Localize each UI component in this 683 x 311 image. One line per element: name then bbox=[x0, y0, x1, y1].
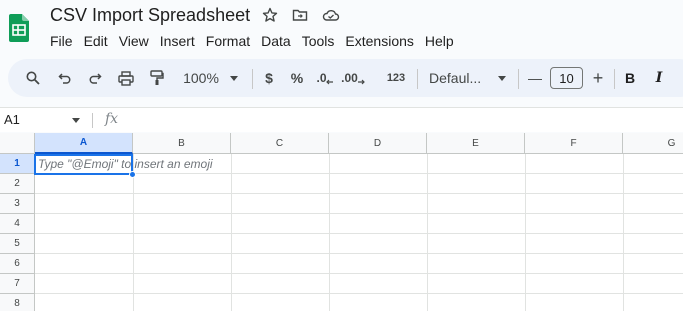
menu-format[interactable]: Format bbox=[206, 32, 250, 50]
increase-font-size-button[interactable]: + bbox=[590, 59, 606, 97]
paint-format-icon bbox=[150, 70, 164, 85]
name-box-caret-icon[interactable] bbox=[72, 118, 80, 123]
caret-down-icon bbox=[230, 75, 238, 81]
sheets-logo-icon[interactable] bbox=[9, 14, 29, 42]
font-size-input[interactable]: 10 bbox=[550, 67, 583, 89]
zoom-select-value[interactable]: 100% bbox=[180, 59, 222, 97]
formula-bar: A1 fx bbox=[0, 107, 683, 132]
bold-button[interactable]: B bbox=[623, 59, 637, 97]
undo-button[interactable] bbox=[56, 59, 74, 97]
menu-file[interactable]: File bbox=[50, 32, 73, 50]
arrow-left-icon bbox=[325, 79, 333, 84]
menu-bar: File Edit View Insert Format Data Tools … bbox=[50, 32, 465, 50]
sheets-app: CSV Import Spreadsheet File Edit View In… bbox=[0, 0, 683, 311]
document-title[interactable]: CSV Import Spreadsheet bbox=[50, 5, 250, 26]
menu-data[interactable]: Data bbox=[261, 32, 291, 50]
formula-bar-divider bbox=[92, 113, 93, 128]
more-formats-button[interactable]: 123 bbox=[384, 59, 408, 97]
header: CSV Import Spreadsheet File Edit View In… bbox=[0, 0, 683, 56]
menu-extensions[interactable]: Extensions bbox=[345, 32, 413, 50]
select-all-corner[interactable] bbox=[0, 133, 35, 154]
search-icon bbox=[26, 71, 40, 85]
row-header-3[interactable]: 3 bbox=[0, 194, 35, 214]
menu-insert[interactable]: Insert bbox=[160, 32, 195, 50]
fill-handle[interactable] bbox=[129, 171, 136, 178]
cloud-status-icon[interactable] bbox=[322, 7, 340, 23]
decrease-font-size-button[interactable]: — bbox=[527, 59, 543, 97]
column-gridline bbox=[623, 154, 624, 311]
fx-icon: fx bbox=[105, 111, 119, 127]
row-header-4[interactable]: 4 bbox=[0, 214, 35, 234]
column-gridline bbox=[525, 154, 526, 311]
percent-format-button[interactable]: % bbox=[290, 59, 304, 97]
column-header-g[interactable]: G bbox=[623, 133, 683, 154]
menu-tools[interactable]: Tools bbox=[302, 32, 335, 50]
move-folder-icon[interactable] bbox=[292, 7, 308, 23]
row-header-8[interactable]: 8 bbox=[0, 294, 35, 311]
toolbar-divider bbox=[518, 69, 519, 89]
toolbar-divider bbox=[614, 69, 615, 89]
menu-view[interactable]: View bbox=[119, 32, 149, 50]
redo-button[interactable] bbox=[86, 59, 104, 97]
redo-icon bbox=[89, 73, 102, 84]
title-actions bbox=[262, 7, 340, 23]
column-header-d[interactable]: D bbox=[329, 133, 427, 154]
search-menus-button[interactable] bbox=[24, 59, 42, 97]
row-header-6[interactable]: 6 bbox=[0, 254, 35, 274]
menu-edit[interactable]: Edit bbox=[84, 32, 108, 50]
arrow-right-icon bbox=[357, 79, 365, 84]
undo-icon bbox=[58, 73, 71, 84]
column-gridline bbox=[231, 154, 232, 311]
font-select-value[interactable]: Defaul... bbox=[429, 59, 493, 97]
toolbar-divider bbox=[417, 69, 418, 89]
column-header-a[interactable]: A bbox=[35, 133, 133, 154]
name-box[interactable]: A1 bbox=[4, 112, 20, 127]
decrease-decimal-button[interactable]: .0 bbox=[314, 59, 336, 97]
toolbar: 100% $ % .0 .00 123 Defaul... — 10 + B I bbox=[8, 59, 683, 97]
row-header-1[interactable]: 1 bbox=[0, 154, 35, 174]
font-dropdown-button[interactable] bbox=[496, 59, 508, 97]
zoom-dropdown-button[interactable] bbox=[228, 59, 240, 97]
toolbar-divider bbox=[252, 69, 253, 89]
caret-down-icon bbox=[498, 75, 506, 81]
column-gridline bbox=[329, 154, 330, 311]
row-header-5[interactable]: 5 bbox=[0, 234, 35, 254]
column-header-c[interactable]: C bbox=[231, 133, 329, 154]
column-header-f[interactable]: F bbox=[525, 133, 623, 154]
column-gridline bbox=[427, 154, 428, 311]
row-header-2[interactable]: 2 bbox=[0, 174, 35, 194]
increase-decimal-button[interactable]: .00 bbox=[340, 59, 366, 97]
column-header-e[interactable]: E bbox=[427, 133, 525, 154]
paint-format-button[interactable] bbox=[148, 59, 166, 97]
print-icon bbox=[118, 70, 134, 86]
row-header-7[interactable]: 7 bbox=[0, 274, 35, 294]
italic-button[interactable]: I bbox=[652, 59, 666, 97]
increase-decimal-label: .00 bbox=[341, 71, 358, 85]
currency-format-button[interactable]: $ bbox=[262, 59, 276, 97]
menu-help[interactable]: Help bbox=[425, 32, 454, 50]
star-icon[interactable] bbox=[262, 7, 278, 23]
column-header-b[interactable]: B bbox=[133, 133, 231, 154]
spreadsheet-grid: A B C D E F G 1 2 3 4 5 6 7 8 Type "@Emo… bbox=[0, 133, 683, 311]
active-cell-a1[interactable] bbox=[34, 154, 133, 175]
print-button[interactable] bbox=[116, 59, 136, 97]
